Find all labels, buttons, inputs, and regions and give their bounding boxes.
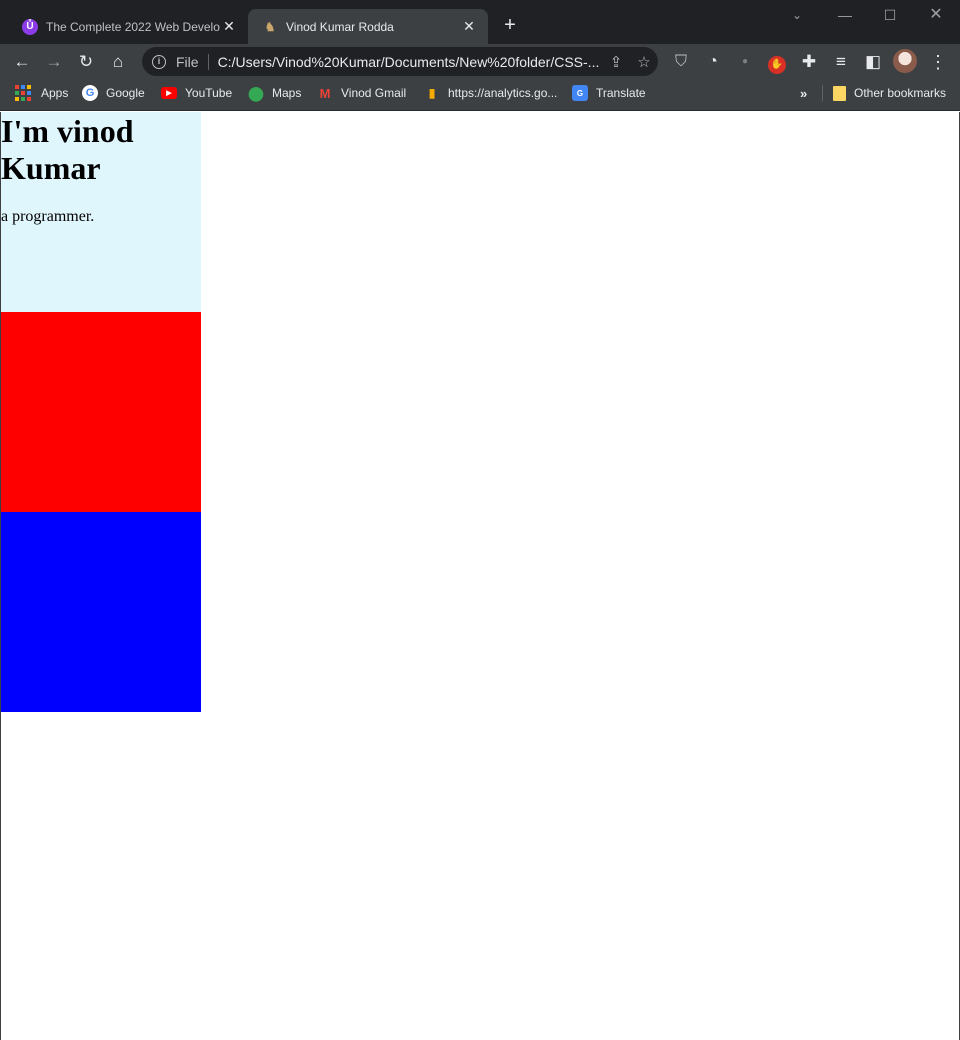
grey-extension-icon[interactable]: ●	[731, 48, 759, 76]
reload-icon[interactable]: ↻	[72, 48, 100, 76]
bookmark-label: Translate	[596, 86, 646, 100]
bookmark-label: Google	[106, 86, 145, 100]
bookmark-label: Maps	[272, 86, 302, 100]
apps-grid-icon	[15, 85, 31, 101]
profile-avatar[interactable]	[893, 49, 917, 73]
bookmark-apps[interactable]: Apps	[15, 79, 68, 107]
tab-strip: Ů The Complete 2022 Web Develop ✕ ♞ Vino…	[0, 0, 960, 44]
bookmark-google[interactable]: G Google	[82, 79, 145, 107]
bookmark-label: YouTube	[185, 86, 233, 100]
gauge-extension-icon[interactable]: ◔	[699, 48, 727, 76]
bookmark-maps[interactable]: ⬤ Maps	[248, 79, 301, 107]
bookmark-label: Apps	[41, 86, 69, 100]
gmail-icon: M	[319, 85, 331, 101]
address-bar[interactable]: i File C:/Users/Vinod%20Kumar/Documents/…	[142, 47, 658, 76]
info-icon[interactable]: i	[152, 54, 166, 69]
google-icon: G	[82, 85, 98, 101]
url-scheme: File	[176, 53, 199, 70]
omnibox-divider	[207, 53, 209, 70]
bookmark-label: Other bookmarks	[854, 86, 947, 100]
side-panel-icon[interactable]: ◧	[859, 48, 887, 76]
bookmark-translate[interactable]: G Translate	[572, 79, 646, 107]
bookmark-label: https://analytics.go...	[448, 86, 558, 100]
forward-arrow-icon[interactable]: →	[40, 48, 68, 76]
close-tab-icon[interactable]: ✕	[460, 18, 478, 36]
new-tab-button[interactable]: +	[498, 13, 522, 37]
close-window-button[interactable]: ✕	[916, 4, 956, 26]
browser-toolbar: ← → ↻ ⌂ i File C:/Users/Vinod%20Kumar/Do…	[0, 44, 960, 79]
page-tagline: a programmer.	[1, 208, 95, 225]
shield-extension-icon[interactable]: ⛉	[667, 48, 695, 76]
extensions-puzzle-icon[interactable]: ✚	[795, 48, 823, 76]
maximize-button[interactable]: ☐	[870, 4, 910, 26]
page-heading: I'm vinod Kumar	[1, 113, 134, 186]
intro-box: I'm vinod Kumar a programmer.	[1, 112, 201, 312]
blue-box	[1, 512, 201, 712]
minimize-button[interactable]: —	[825, 4, 865, 26]
bookmark-star-icon[interactable]: ☆	[630, 53, 658, 71]
bookmarks-divider	[822, 85, 823, 101]
analytics-icon: ▮	[428, 86, 436, 100]
more-bookmarks-chevron-icon[interactable]: »	[800, 79, 807, 107]
maps-icon: ⬤	[248, 84, 264, 101]
tab-search-chevron-icon[interactable]: ⌄	[777, 4, 817, 26]
reading-list-icon[interactable]: ≡	[827, 48, 855, 76]
tab-vinod-kumar-rodda[interactable]: ♞ Vinod Kumar Rodda ✕	[248, 9, 488, 44]
translate-icon: G	[572, 85, 588, 101]
close-tab-icon[interactable]: ✕	[220, 18, 238, 36]
tab-web-dev-course[interactable]: Ů The Complete 2022 Web Develop ✕	[8, 9, 248, 44]
page-icon: ♞	[264, 19, 276, 34]
tab-title: Vinod Kumar Rodda	[286, 19, 394, 34]
bookmark-vinod-gmail[interactable]: M Vinod Gmail	[317, 79, 407, 107]
page-viewport: I'm vinod Kumar a programmer.	[0, 112, 960, 1040]
kebab-menu-icon[interactable]: ⋮	[924, 48, 952, 76]
home-icon[interactable]: ⌂	[104, 48, 132, 76]
red-box	[1, 312, 201, 512]
youtube-icon: ▶	[161, 87, 177, 99]
bookmarks-bar: Apps G Google ▶ YouTube ⬤ Maps M Vinod G…	[0, 79, 960, 111]
other-bookmarks-folder[interactable]: Other bookmarks	[833, 79, 946, 107]
bookmark-analytics[interactable]: ▮ https://analytics.go...	[424, 79, 558, 107]
back-arrow-icon[interactable]: ←	[8, 48, 36, 76]
udemy-icon: Ů	[22, 18, 38, 35]
stop-hand-extension-icon[interactable]: ✋	[763, 48, 791, 76]
share-icon[interactable]: ⇪	[602, 53, 630, 71]
bookmark-label: Vinod Gmail	[341, 86, 407, 100]
url-text[interactable]: C:/Users/Vinod%20Kumar/Documents/New%20f…	[218, 54, 602, 70]
bookmark-youtube[interactable]: ▶ YouTube	[161, 79, 232, 107]
tab-title: The Complete 2022 Web Develop	[46, 19, 220, 34]
folder-icon	[833, 85, 846, 101]
